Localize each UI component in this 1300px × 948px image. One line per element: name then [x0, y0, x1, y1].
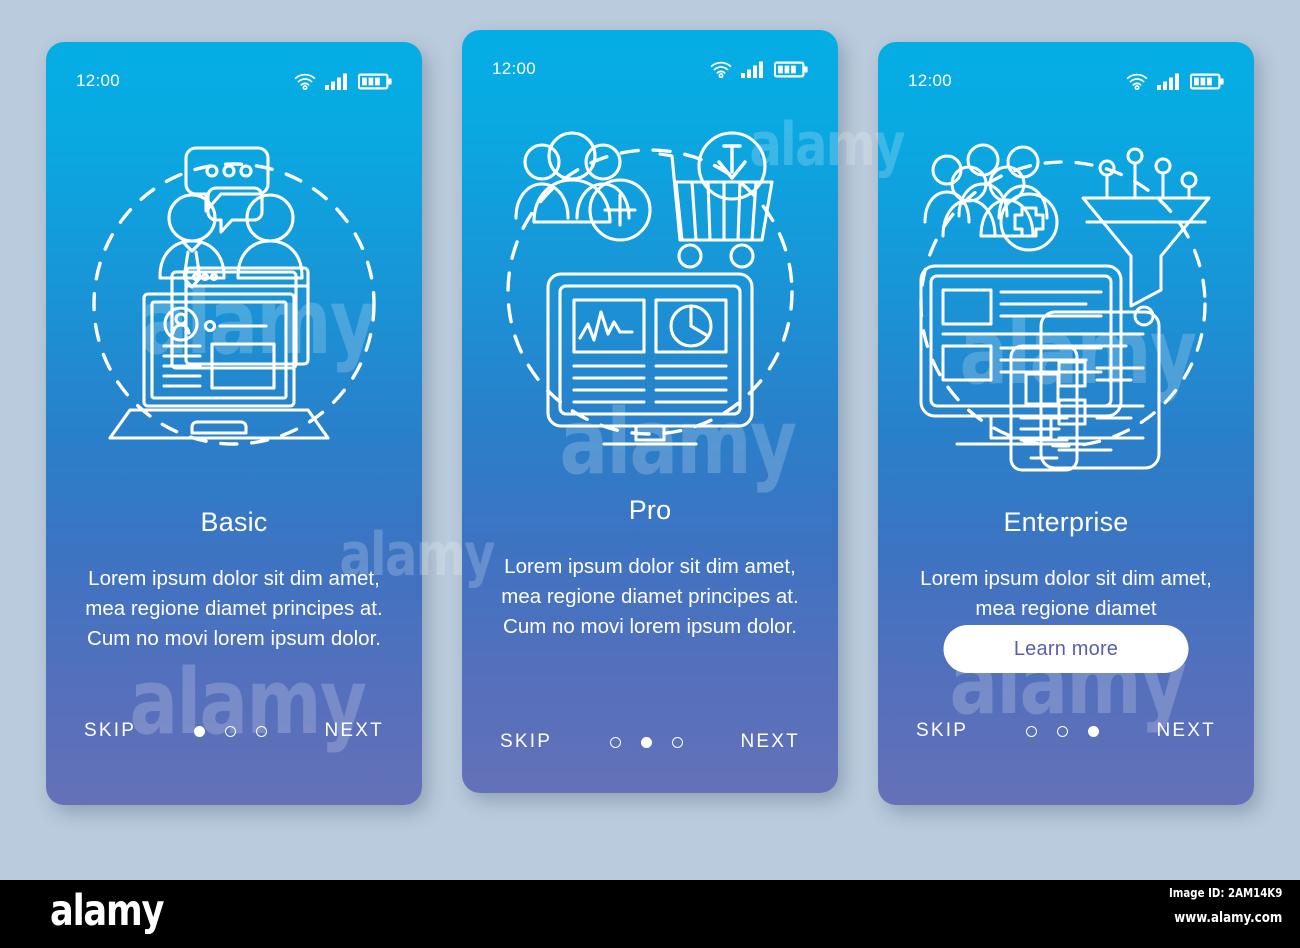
skip-button[interactable]: SKIP	[500, 731, 552, 753]
next-button[interactable]: NEXT	[1157, 720, 1216, 742]
status-bar: 12:00	[46, 68, 422, 94]
alamy-logo: alamy	[50, 886, 164, 936]
stock-footer-bar: alamy Image ID: 2AM14K9 www.alamy.com	[0, 880, 1300, 948]
wifi-icon	[1126, 73, 1148, 90]
next-button[interactable]: NEXT	[325, 720, 384, 742]
status-bar-clock: 12:00	[76, 71, 121, 90]
bottom-nav-enterprise: SKIP NEXT	[878, 714, 1254, 748]
next-button[interactable]: NEXT	[741, 731, 800, 753]
bottom-nav-basic: SKIP NEXT	[46, 714, 422, 748]
pagination-dots	[193, 725, 267, 737]
screen-body-basic: Lorem ipsum dolor sit dim amet, mea regi…	[85, 567, 383, 650]
footer-meta: Image ID: 2AM14K9 www.alamy.com	[1149, 886, 1282, 926]
skip-button[interactable]: SKIP	[84, 720, 136, 742]
status-bar-icons	[294, 73, 392, 90]
pagination-dot-2[interactable]	[224, 725, 236, 737]
illustration-canvas: 12:00 Basic Lorem ipsum dolor sit dim am…	[0, 0, 1300, 880]
status-bar: 12:00	[462, 56, 838, 82]
pagination-dot-3[interactable]	[671, 736, 683, 748]
pagination-dots	[1025, 725, 1099, 737]
screen-title-basic: Basic	[200, 507, 268, 537]
wifi-icon	[710, 61, 732, 78]
pagination-dot-1[interactable]	[1025, 725, 1037, 737]
status-bar: 12:00	[878, 68, 1254, 94]
learn-more-button[interactable]: Learn more	[943, 625, 1189, 673]
status-bar-icons	[1126, 73, 1224, 90]
image-id-label: Image ID: 2AM14K9	[1168, 886, 1282, 900]
screen-body-pro: Lorem ipsum dolor sit dim amet, mea regi…	[501, 555, 799, 638]
wifi-icon	[294, 73, 316, 90]
pagination-dot-3[interactable]	[1087, 725, 1099, 737]
screen-body-enterprise: Lorem ipsum dolor sit dim amet, mea regi…	[920, 567, 1212, 620]
bottom-nav-pro: SKIP NEXT	[462, 725, 838, 759]
pagination-dot-2[interactable]	[1056, 725, 1068, 737]
onboarding-screen-enterprise: 12:00 Enterprise Lorem ipsum dolor sit d…	[878, 42, 1254, 805]
alamy-url-label: www.alamy.com	[1173, 910, 1282, 926]
illustration-pro	[462, 94, 838, 484]
status-bar-clock: 12:00	[908, 71, 953, 90]
signal-icon	[325, 73, 347, 90]
pagination-dot-1[interactable]	[609, 736, 621, 748]
screen-title-enterprise: Enterprise	[1003, 507, 1129, 537]
battery-icon	[1190, 73, 1224, 89]
pagination-dots	[609, 736, 683, 748]
battery-icon	[774, 61, 808, 77]
illustration-enterprise	[878, 106, 1254, 496]
status-bar-icons	[710, 61, 808, 78]
onboarding-screen-pro: 12:00 Pro Lorem ipsum dolor sit dim amet…	[462, 30, 838, 793]
onboarding-screen-basic: 12:00 Basic Lorem ipsum dolor sit dim am…	[46, 42, 422, 805]
pagination-dot-3[interactable]	[255, 725, 267, 737]
signal-icon	[1157, 73, 1179, 90]
screen-title-pro: Pro	[628, 495, 672, 525]
status-bar-clock: 12:00	[492, 59, 537, 78]
skip-button[interactable]: SKIP	[916, 720, 968, 742]
pagination-dot-1[interactable]	[193, 725, 205, 737]
signal-icon	[741, 61, 763, 78]
battery-icon	[358, 73, 392, 89]
pagination-dot-2[interactable]	[640, 736, 652, 748]
illustration-basic	[46, 106, 422, 496]
